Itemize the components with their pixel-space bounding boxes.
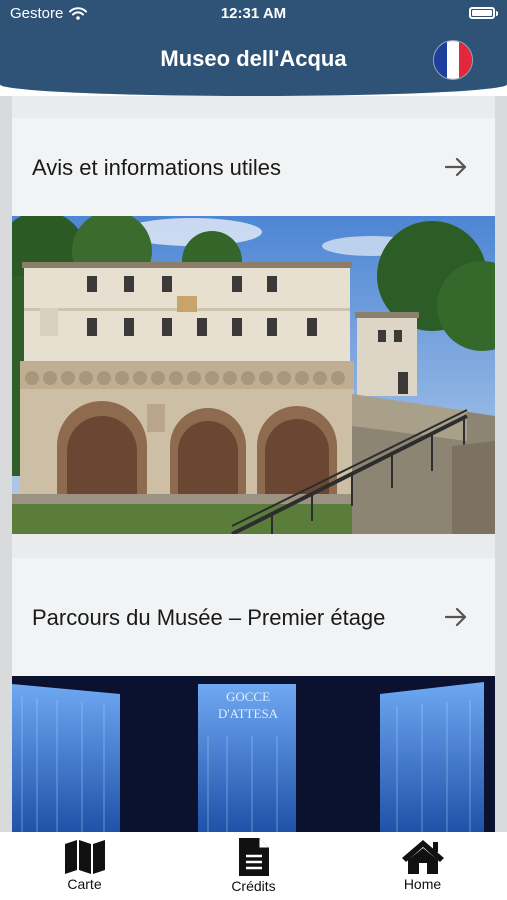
page-title: Museo dell'Acqua — [160, 46, 347, 71]
arrow-right-icon — [445, 607, 467, 627]
tab-carte[interactable]: Carte — [5, 832, 165, 892]
tab-credits[interactable]: Crédits — [174, 832, 334, 894]
museum-building-image — [12, 216, 495, 534]
card-title: Avis et informations utiles — [32, 154, 282, 180]
tab-bar: Carte Crédits Home — [0, 832, 507, 900]
card-useful-info[interactable]: Avis et informations utiles — [12, 118, 495, 534]
status-time: 12:31 AM — [220, 5, 287, 22]
battery-icon — [469, 7, 498, 19]
card-museum-route-first-floor[interactable]: Parcours du Musée – Premier étage GOCCE … — [12, 558, 495, 832]
museum-installation-image: GOCCE D'ATTESA — [12, 676, 495, 832]
card-title: Parcours du Musée – Premier étage — [32, 604, 386, 630]
document-icon — [238, 838, 269, 876]
map-icon — [64, 840, 105, 874]
france-flag-icon[interactable] — [433, 40, 473, 80]
arrow-right-icon — [445, 157, 467, 177]
app-header: Gestore 12:31 AM Museo dell'Acqua — [0, 0, 507, 96]
content-list[interactable]: Avis et informations utiles Parcours du … — [0, 96, 507, 832]
status-bar: Gestore 12:31 AM — [0, 4, 507, 24]
tab-home[interactable]: Home — [343, 832, 503, 892]
home-icon — [401, 840, 444, 874]
installation-title: GOCCE D'ATTESA — [217, 689, 279, 721]
